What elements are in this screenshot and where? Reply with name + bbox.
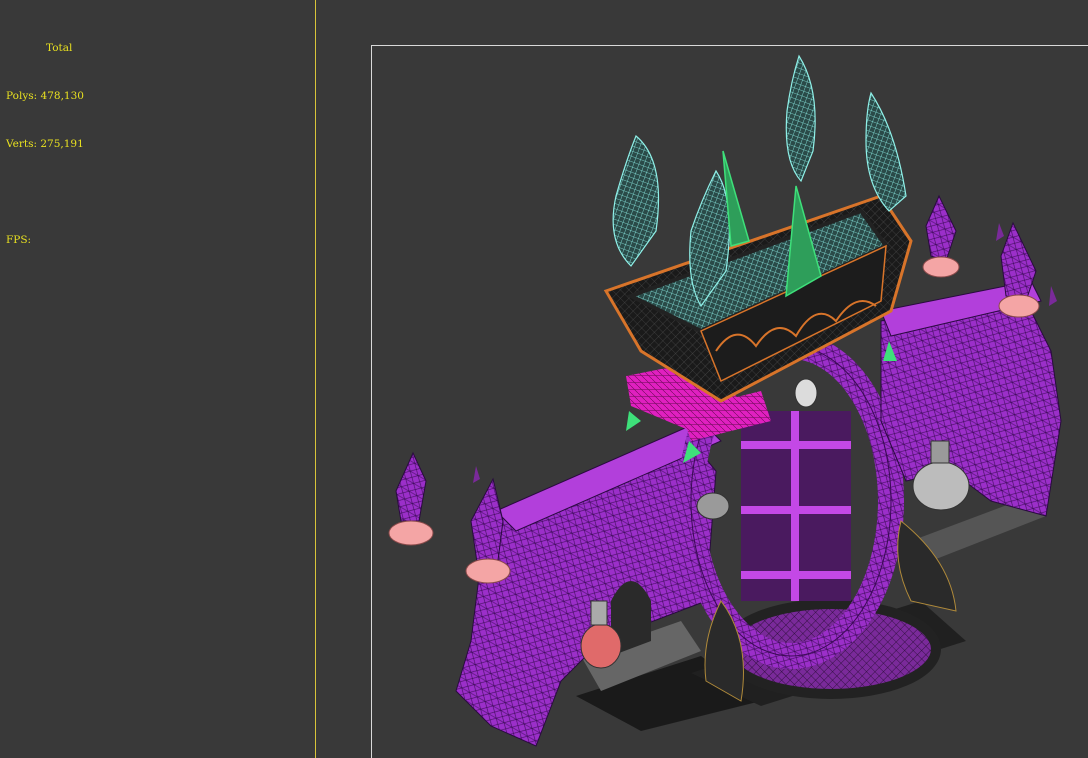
viewport-divider-line[interactable] <box>315 0 316 758</box>
stats-polys-row: Polys: 478,130 <box>6 88 84 104</box>
stats-fps-label: FPS: <box>6 234 32 246</box>
right-wing-mesh <box>880 280 1062 517</box>
3d-viewport-window: Total Polys: 478,130 Verts: 275,191 FPS: <box>0 0 1088 758</box>
stats-total-heading: Total <box>46 42 73 54</box>
stats-polys-label: Polys: <box>6 90 38 102</box>
viewport-statistics-overlay: Total Polys: 478,130 Verts: 275,191 FPS: <box>6 8 84 280</box>
stats-verts-value: 275,191 <box>40 138 84 150</box>
stats-fps-row: FPS: <box>6 232 84 248</box>
model-render[interactable] <box>372 46 1088 758</box>
stats-verts-label: Verts: <box>6 138 37 150</box>
stats-spacer <box>6 184 84 200</box>
stats-verts-row: Verts: 275,191 <box>6 136 84 152</box>
stats-polys-value: 478,130 <box>40 90 84 102</box>
safe-frame-viewport[interactable] <box>371 45 1088 758</box>
